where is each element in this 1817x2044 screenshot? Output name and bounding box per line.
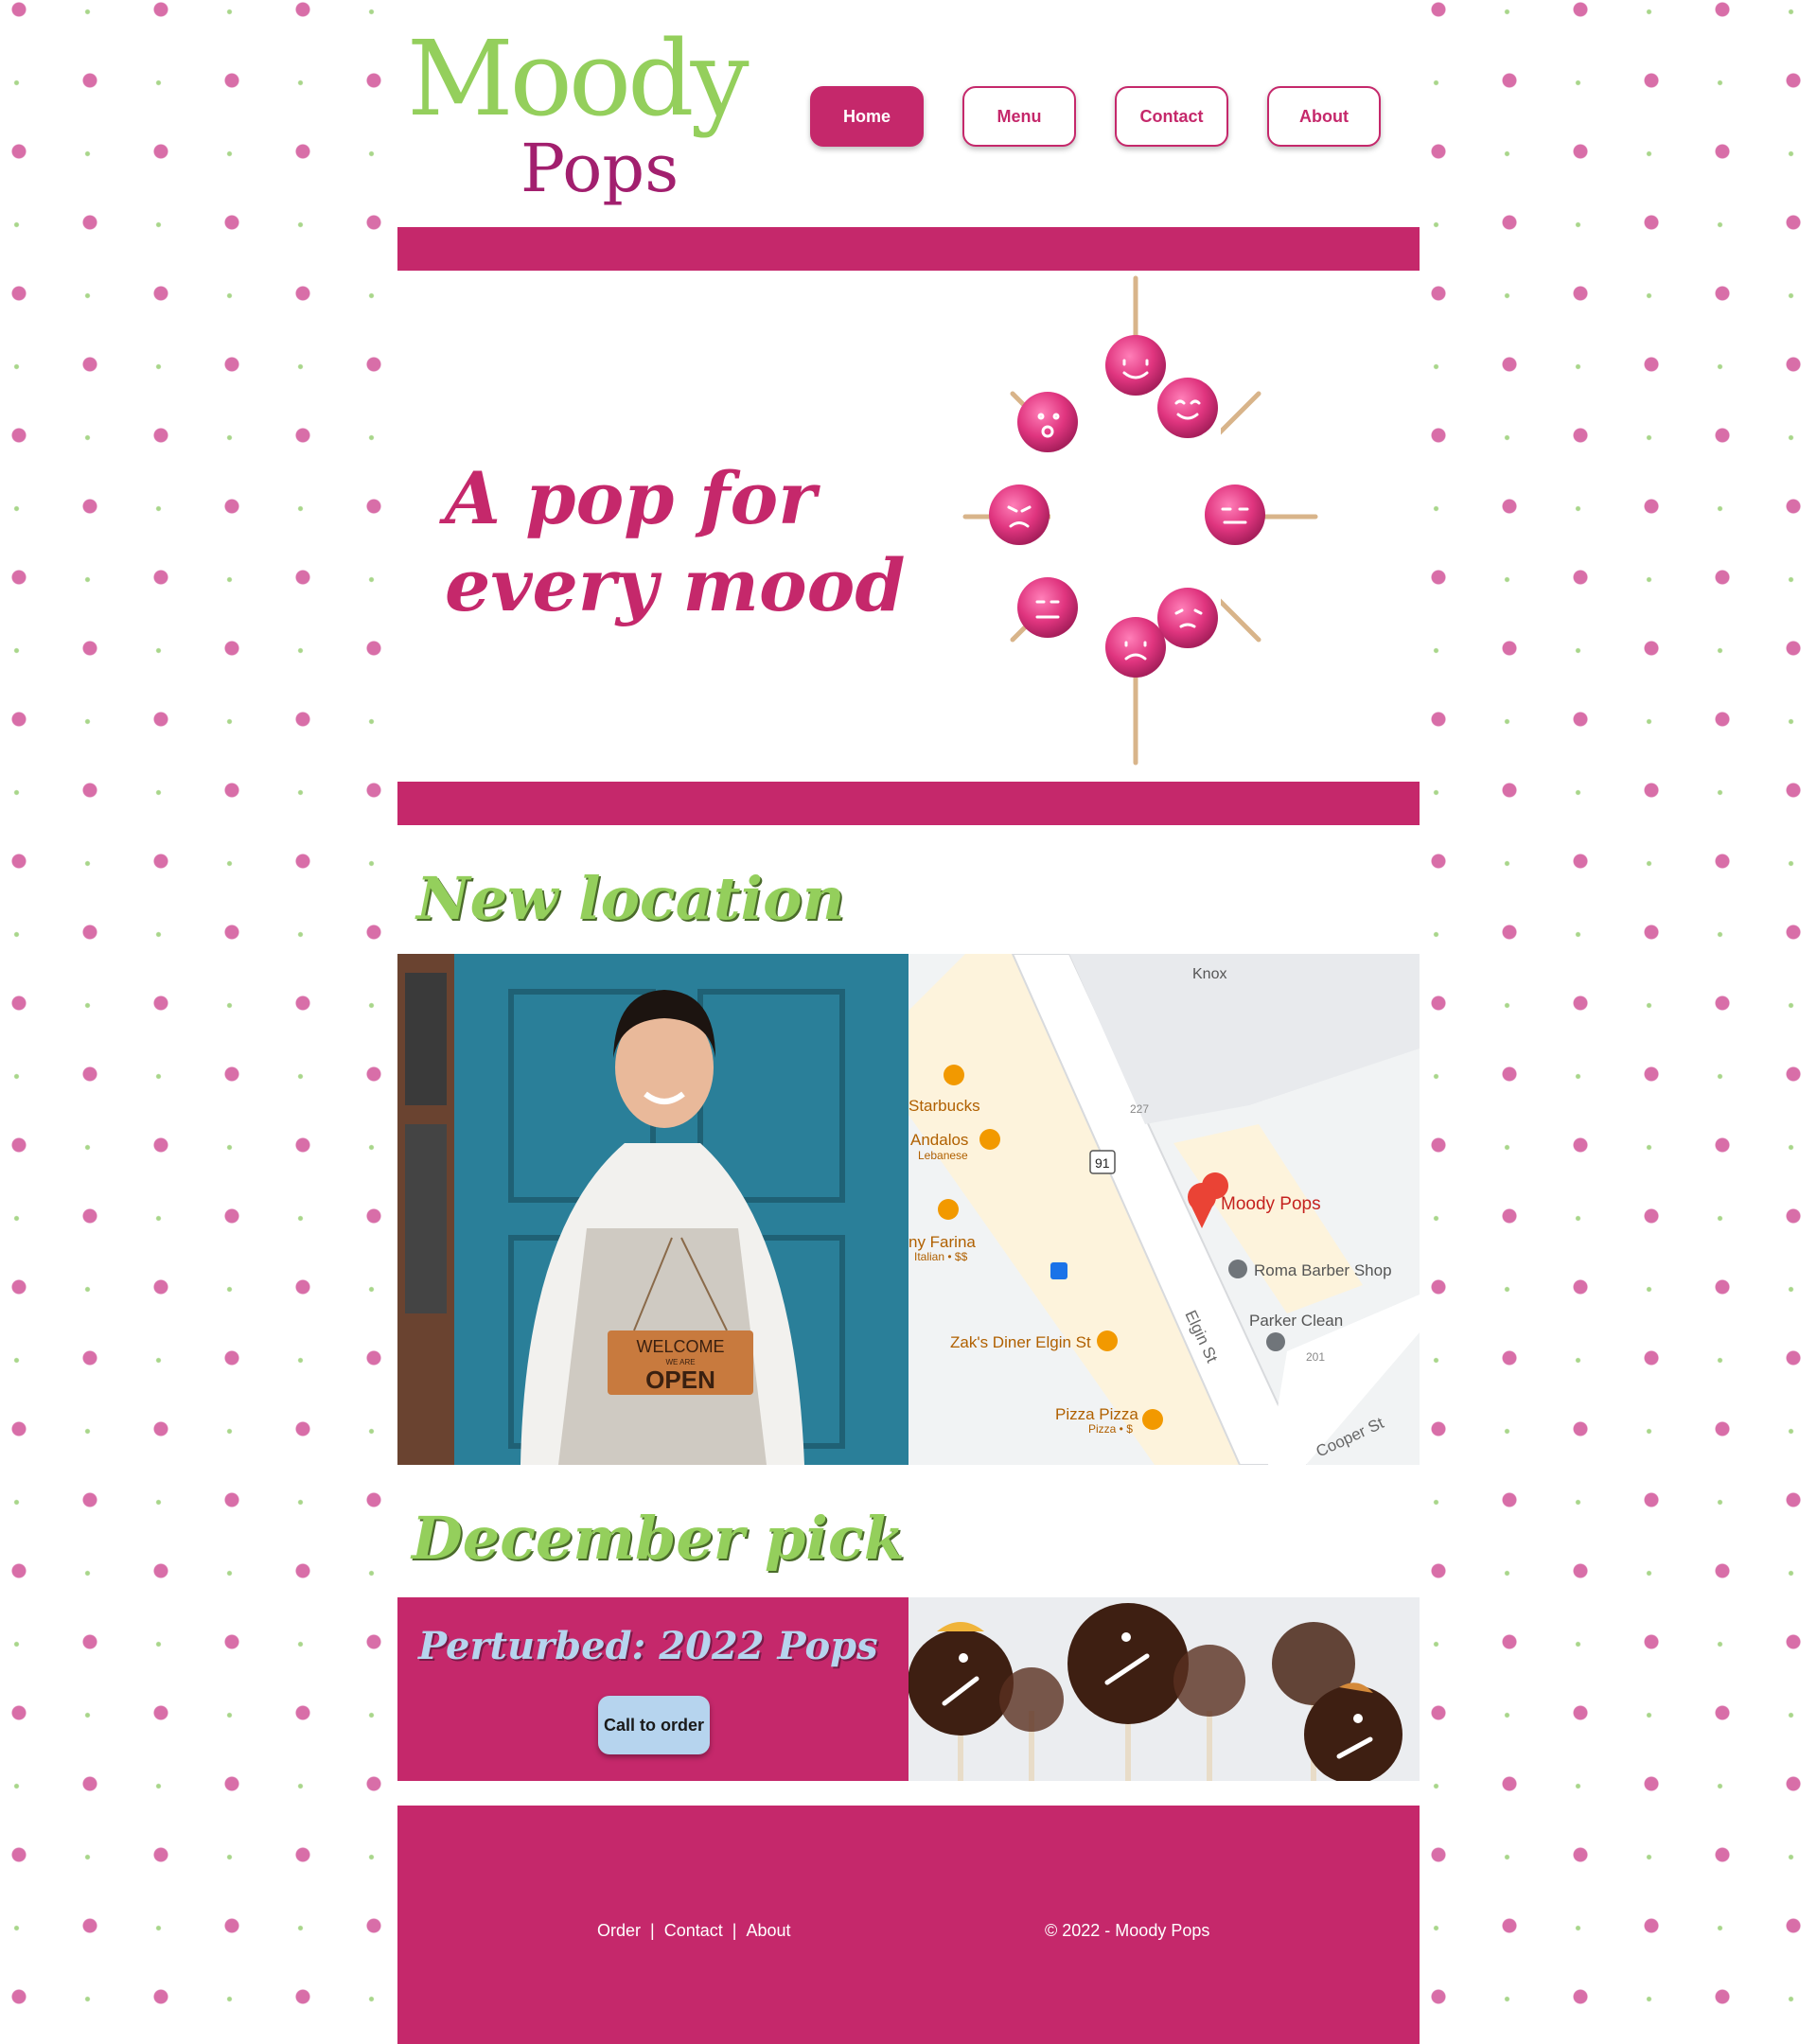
map-label-route-91: 91 — [1095, 1155, 1110, 1171]
product-name: Perturbed: 2022 Pops — [418, 1624, 878, 1668]
location-map[interactable]: Knox Starbucks Andalos Lebanese ny Farin… — [908, 954, 1420, 1465]
map-label-italian: Italian • $$ — [914, 1250, 968, 1263]
cake-pop-icon — [999, 1667, 1064, 1732]
map-bus-stop-icon — [1050, 1262, 1067, 1279]
nav-about-button[interactable]: About — [1267, 86, 1381, 147]
lollipop-sad-icon — [1105, 617, 1166, 678]
lollipop-happy-icon — [1105, 335, 1166, 396]
location-row: WELCOME WE ARE OPEN Knox Starbucks Andal… — [397, 954, 1420, 1465]
footer-separator: | — [732, 1921, 737, 1940]
hero-section: A pop for every mood — [397, 271, 1420, 782]
footer-link-order[interactable]: Order — [597, 1921, 641, 1941]
sign-open-text: OPEN — [645, 1366, 715, 1394]
footer-links: Order | Contact | About — [597, 1921, 790, 1941]
shop-owner-photo: WELCOME WE ARE OPEN — [397, 954, 908, 1465]
december-pick-row: Perturbed: 2022 Pops Call to order — [397, 1597, 1420, 1781]
site-header: Moody Pops Home Menu Contact About — [397, 0, 1420, 227]
cake-pops-photo — [908, 1597, 1420, 1781]
divider-bar-hero — [397, 782, 1420, 825]
nav-home-button[interactable]: Home — [810, 86, 924, 147]
copyright-text: © 2022 - Moody Pops — [1045, 1921, 1210, 1940]
shop-owner-illustration: WELCOME WE ARE OPEN — [397, 954, 908, 1465]
cake-pop-icon — [908, 1630, 1014, 1736]
map-label-moody-pops: Moody Pops — [1221, 1194, 1321, 1214]
map-label-201: 201 — [1306, 1350, 1325, 1364]
nav-menu-button[interactable]: Menu — [962, 86, 1076, 147]
lollipop-angry-icon — [989, 485, 1050, 545]
map-label-parker-clean: Parker Clean — [1249, 1312, 1343, 1330]
map-pin-restaurant-icon — [979, 1129, 1000, 1150]
footer-link-contact[interactable]: Contact — [664, 1921, 723, 1941]
call-to-order-button[interactable]: Call to order — [598, 1696, 710, 1754]
map-illustration: Knox Starbucks Andalos Lebanese ny Farin… — [908, 954, 1420, 1465]
map-label-farina: ny Farina — [908, 1233, 976, 1251]
map-pin-barber-icon — [1228, 1260, 1247, 1278]
nav-contact-button[interactable]: Contact — [1115, 86, 1228, 147]
december-pick-title: December pick — [412, 1504, 905, 1573]
logo-text-moody: Moody — [407, 18, 750, 139]
lollipop-meh-icon — [1017, 577, 1078, 638]
footer-link-about[interactable]: About — [746, 1921, 790, 1941]
lollipop-surprised-icon — [1017, 392, 1078, 452]
map-pin-cleaner-icon — [1266, 1332, 1285, 1351]
map-pin-starbucks-icon — [944, 1065, 964, 1085]
map-label-andalos: Andalos — [910, 1131, 968, 1149]
page-container: Moody Pops Home Menu Contact About A pop… — [397, 0, 1420, 2044]
map-label-lebanese: Lebanese — [918, 1149, 968, 1162]
footer-separator: | — [650, 1921, 655, 1940]
cake-pop-icon — [1067, 1603, 1189, 1724]
map-label-starbucks: Starbucks — [908, 1097, 980, 1115]
site-footer: Order | Contact | About © 2022 - Moody P… — [397, 1806, 1420, 2044]
map-pin-restaurant-icon — [1142, 1409, 1163, 1430]
logo-text-pops: Pops — [520, 130, 679, 207]
lollipop-content-icon — [1157, 378, 1218, 438]
map-label-zaks: Zak's Diner Elgin St — [950, 1333, 1091, 1351]
lollipop-ring-illustration — [962, 275, 1318, 766]
map-pin-restaurant-icon — [938, 1199, 959, 1220]
new-location-title: New location — [416, 864, 845, 933]
sign-welcome-text: WELCOME — [636, 1337, 724, 1356]
cake-pop-icon — [1304, 1685, 1402, 1781]
december-pick-panel: Perturbed: 2022 Pops Call to order — [397, 1597, 908, 1781]
lollipop-worried-icon — [1157, 588, 1218, 648]
cake-pop-icon — [1173, 1645, 1245, 1717]
map-label-pizza: Pizza • $ — [1088, 1422, 1133, 1436]
cake-pops-illustration — [908, 1597, 1420, 1781]
divider-bar-top — [397, 227, 1420, 271]
map-label-roma-barber: Roma Barber Shop — [1254, 1261, 1392, 1279]
map-label-knox: Knox — [1192, 966, 1226, 982]
brand-logo[interactable]: Moody Pops — [407, 26, 785, 225]
lollipop-neutral-icon — [1205, 485, 1265, 545]
main-nav: Home Menu Contact About — [810, 86, 1381, 147]
map-label-227: 227 — [1130, 1102, 1149, 1116]
map-pin-restaurant-icon — [1097, 1330, 1118, 1351]
map-label-pizza-pizza: Pizza Pizza — [1055, 1405, 1138, 1423]
